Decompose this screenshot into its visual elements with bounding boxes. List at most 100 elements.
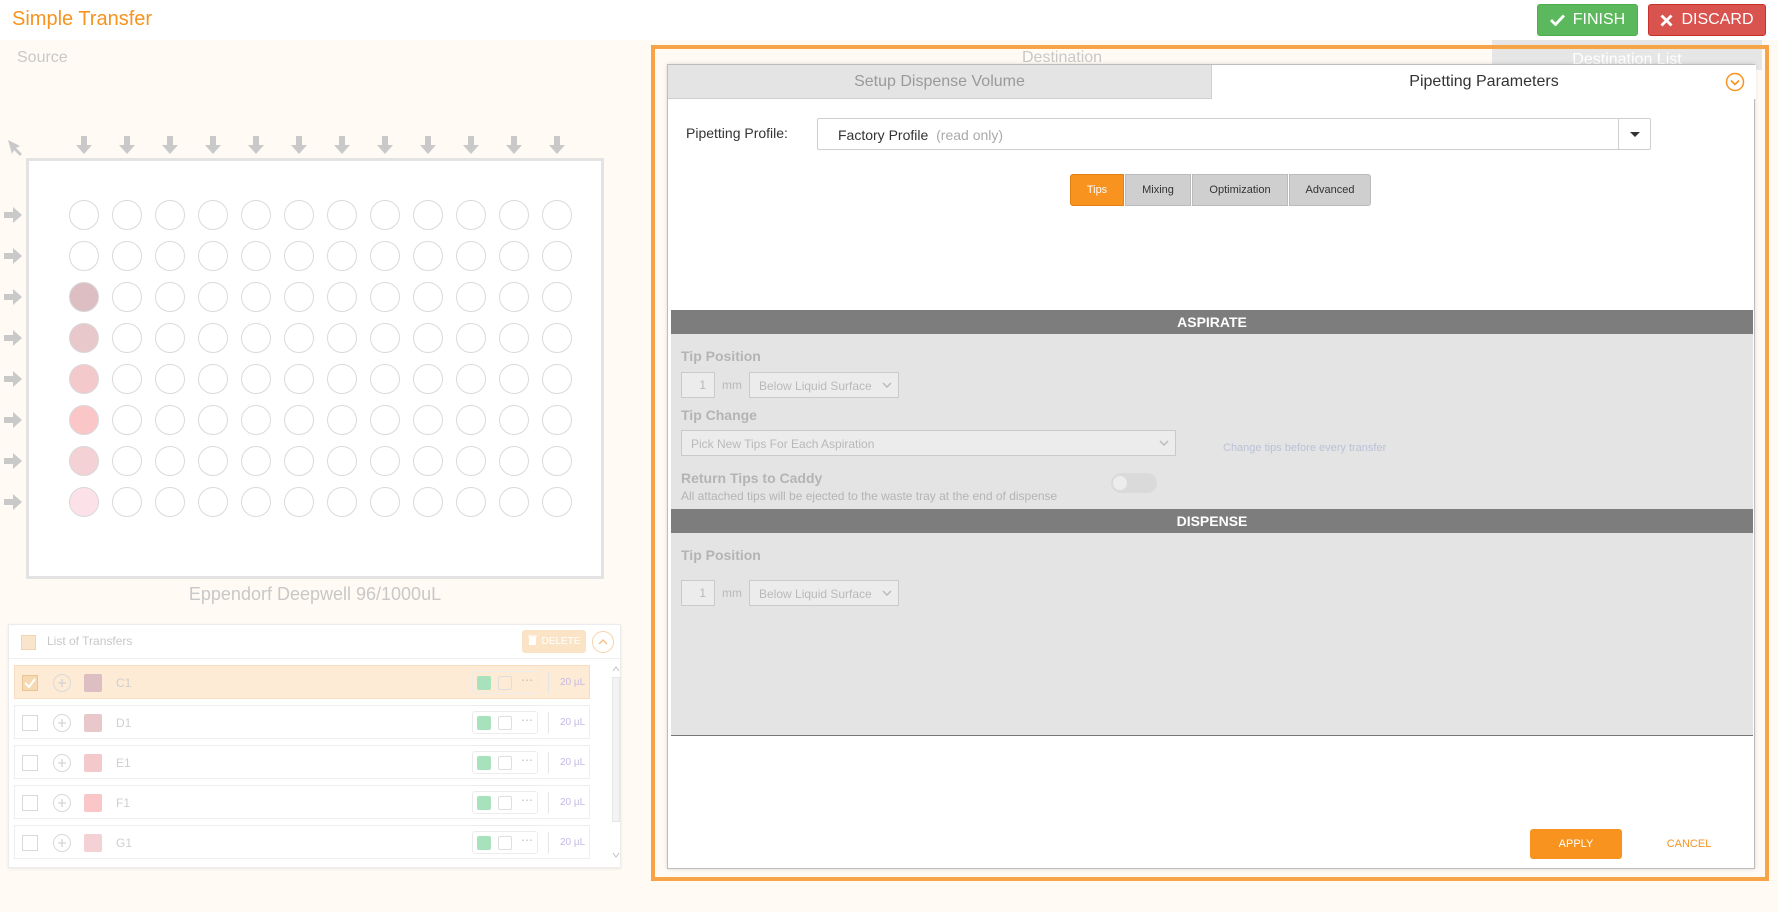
tip-icon[interactable]: [477, 716, 491, 730]
well-f4[interactable]: [198, 405, 228, 435]
transfer-row-checkbox[interactable]: [22, 675, 38, 691]
transfer-row[interactable]: E1 ⋯ 20 µL: [14, 745, 590, 779]
transfer-list-scrollbar[interactable]: [611, 663, 621, 863]
more-options-icon[interactable]: ⋯: [519, 713, 535, 727]
return-tips-toggle[interactable]: [1111, 473, 1157, 493]
well-d6[interactable]: [284, 323, 314, 353]
well-b4[interactable]: [198, 241, 228, 271]
more-options-icon[interactable]: ⋯: [519, 833, 535, 847]
discard-button[interactable]: DISCARD: [1648, 4, 1766, 36]
subtab-advanced[interactable]: Advanced: [1289, 174, 1371, 206]
transfer-row-checkbox[interactable]: [22, 835, 38, 851]
swap-icon[interactable]: [498, 756, 512, 770]
well-a4[interactable]: [198, 200, 228, 230]
add-transfer-button[interactable]: [53, 754, 71, 772]
well-g10[interactable]: [456, 446, 486, 476]
tip-change-select[interactable]: Pick New Tips For Each Aspiration: [681, 430, 1176, 456]
tip-icon[interactable]: [477, 756, 491, 770]
well-b7[interactable]: [327, 241, 357, 271]
add-transfer-button[interactable]: [53, 674, 71, 692]
well-b6[interactable]: [284, 241, 314, 271]
add-transfer-button[interactable]: [53, 794, 71, 812]
well-a8[interactable]: [370, 200, 400, 230]
well-h3[interactable]: [155, 487, 185, 517]
well-e3[interactable]: [155, 364, 185, 394]
well-a12[interactable]: [542, 200, 572, 230]
well-h4[interactable]: [198, 487, 228, 517]
well-c7[interactable]: [327, 282, 357, 312]
well-h12[interactable]: [542, 487, 572, 517]
collapse-modal-button[interactable]: [1725, 72, 1745, 92]
well-d10[interactable]: [456, 323, 486, 353]
swap-icon[interactable]: [498, 836, 512, 850]
well-h7[interactable]: [327, 487, 357, 517]
well-d11[interactable]: [499, 323, 529, 353]
well-e2[interactable]: [112, 364, 142, 394]
well-c2[interactable]: [112, 282, 142, 312]
well-h2[interactable]: [112, 487, 142, 517]
well-b10[interactable]: [456, 241, 486, 271]
well-g4[interactable]: [198, 446, 228, 476]
tip-icon[interactable]: [477, 796, 491, 810]
well-h8[interactable]: [370, 487, 400, 517]
well-d2[interactable]: [112, 323, 142, 353]
well-b3[interactable]: [155, 241, 185, 271]
well-b11[interactable]: [499, 241, 529, 271]
well-h1[interactable]: [69, 487, 99, 517]
well-f7[interactable]: [327, 405, 357, 435]
well-c3[interactable]: [155, 282, 185, 312]
delete-button[interactable]: DELETE: [522, 630, 586, 653]
transfer-row-checkbox[interactable]: [22, 755, 38, 771]
aspirate-tip-position-input[interactable]: 1: [681, 372, 715, 398]
dispense-tip-position-input[interactable]: 1: [681, 580, 715, 606]
well-h10[interactable]: [456, 487, 486, 517]
well-e11[interactable]: [499, 364, 529, 394]
aspirate-tip-reference-select[interactable]: Below Liquid Surface: [749, 372, 899, 398]
transfer-row[interactable]: G1 ⋯ 20 µL: [14, 825, 590, 859]
well-e5[interactable]: [241, 364, 271, 394]
well-e12[interactable]: [542, 364, 572, 394]
well-f3[interactable]: [155, 405, 185, 435]
transfer-row[interactable]: F1 ⋯ 20 µL: [14, 785, 590, 819]
cancel-button[interactable]: CANCEL: [1646, 829, 1732, 859]
transfer-row-checkbox[interactable]: [22, 795, 38, 811]
transfer-row[interactable]: D1 ⋯ 20 µL: [14, 705, 590, 739]
well-h11[interactable]: [499, 487, 529, 517]
collapse-list-button[interactable]: [592, 631, 614, 653]
swap-icon[interactable]: [498, 676, 512, 690]
tip-icon[interactable]: [477, 836, 491, 850]
well-h6[interactable]: [284, 487, 314, 517]
tab-pipetting-parameters[interactable]: Pipetting Parameters: [1212, 65, 1756, 99]
well-c6[interactable]: [284, 282, 314, 312]
well-c10[interactable]: [456, 282, 486, 312]
well-c8[interactable]: [370, 282, 400, 312]
subtab-mixing[interactable]: Mixing: [1125, 174, 1191, 206]
well-g9[interactable]: [413, 446, 443, 476]
subtab-tips[interactable]: Tips: [1070, 174, 1124, 206]
dispense-tip-reference-select[interactable]: Below Liquid Surface: [749, 580, 899, 606]
well-d3[interactable]: [155, 323, 185, 353]
tab-setup-dispense-volume[interactable]: Setup Dispense Volume: [668, 65, 1212, 99]
well-a6[interactable]: [284, 200, 314, 230]
well-e10[interactable]: [456, 364, 486, 394]
scrollbar-thumb[interactable]: [612, 677, 620, 822]
well-g12[interactable]: [542, 446, 572, 476]
well-f1[interactable]: [69, 405, 99, 435]
subtab-optimization[interactable]: Optimization: [1192, 174, 1288, 206]
well-g5[interactable]: [241, 446, 271, 476]
well-f9[interactable]: [413, 405, 443, 435]
transfer-row[interactable]: C1 ⋯ 20 µL: [14, 665, 590, 699]
more-options-icon[interactable]: ⋯: [519, 753, 535, 767]
well-c4[interactable]: [198, 282, 228, 312]
well-a7[interactable]: [327, 200, 357, 230]
well-c9[interactable]: [413, 282, 443, 312]
pipetting-profile-select[interactable]: Factory Profile (read only): [817, 118, 1651, 150]
well-a1[interactable]: [69, 200, 99, 230]
select-all-checkbox[interactable]: [21, 635, 36, 650]
well-e6[interactable]: [284, 364, 314, 394]
well-b2[interactable]: [112, 241, 142, 271]
well-b5[interactable]: [241, 241, 271, 271]
well-c5[interactable]: [241, 282, 271, 312]
well-b8[interactable]: [370, 241, 400, 271]
well-g6[interactable]: [284, 446, 314, 476]
